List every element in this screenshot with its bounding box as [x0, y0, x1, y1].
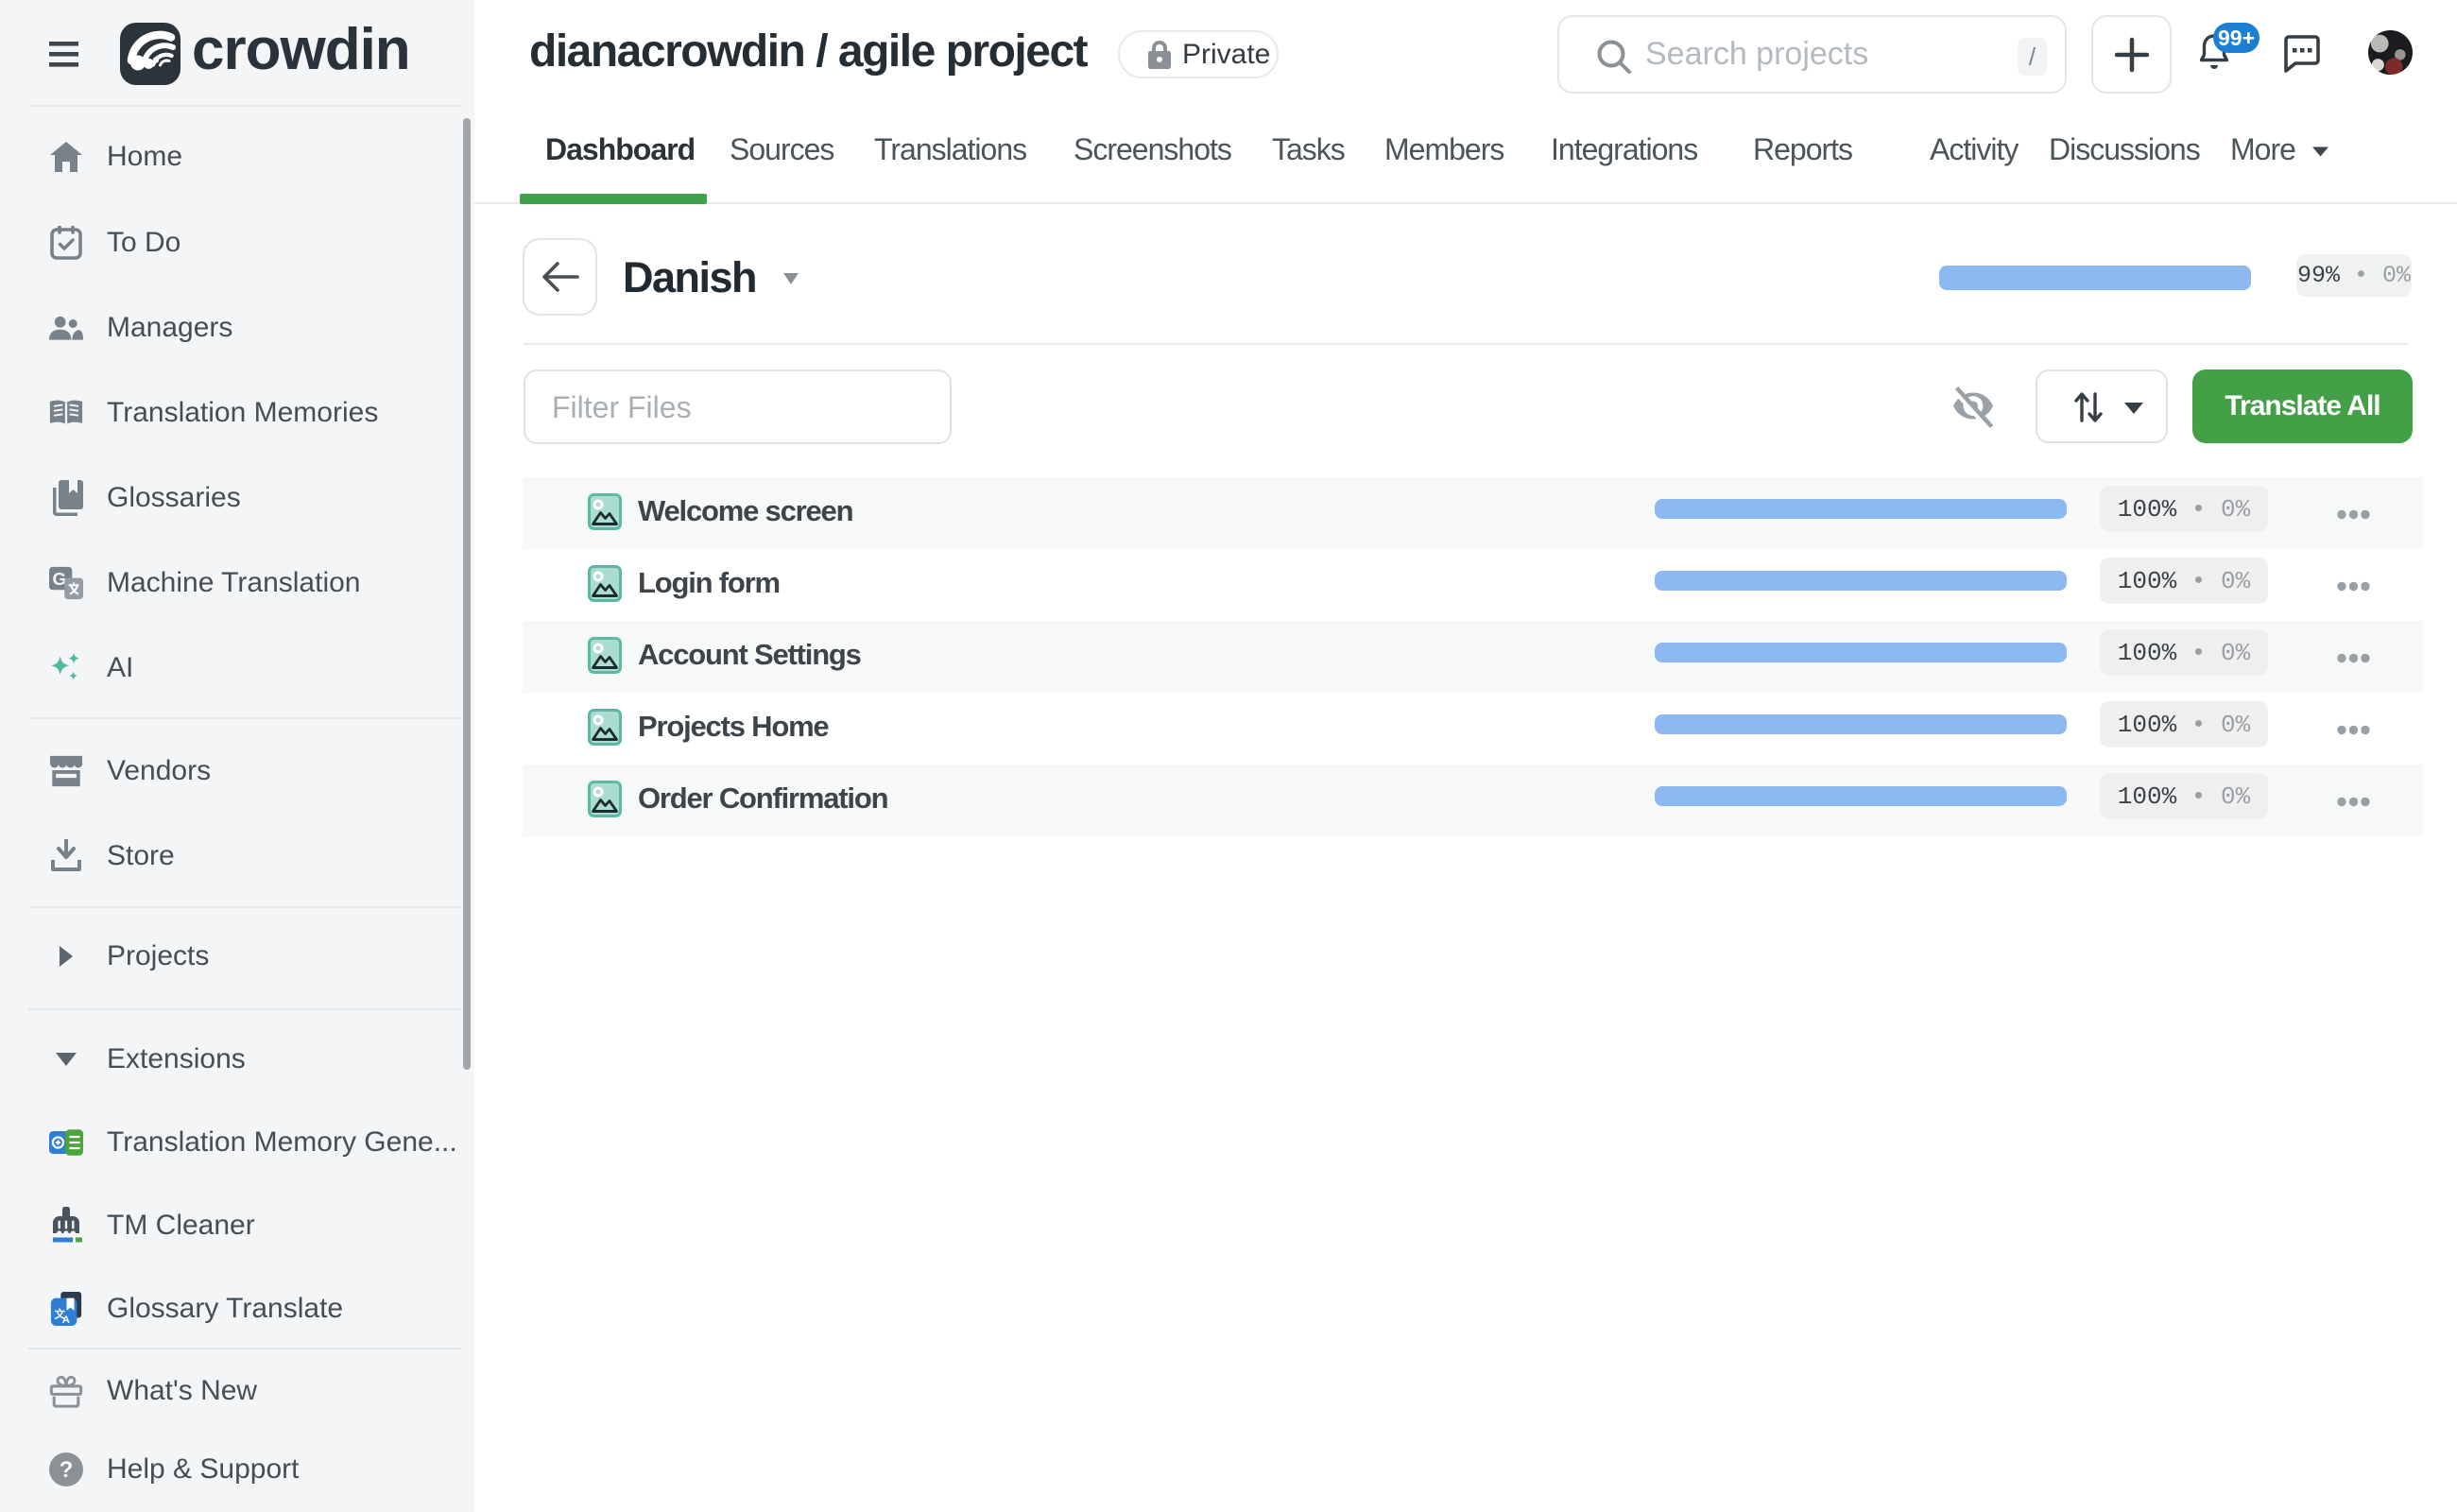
svg-text:A: A [62, 1314, 70, 1326]
svg-text:?: ? [60, 1458, 73, 1483]
svg-text:G: G [52, 570, 66, 590]
